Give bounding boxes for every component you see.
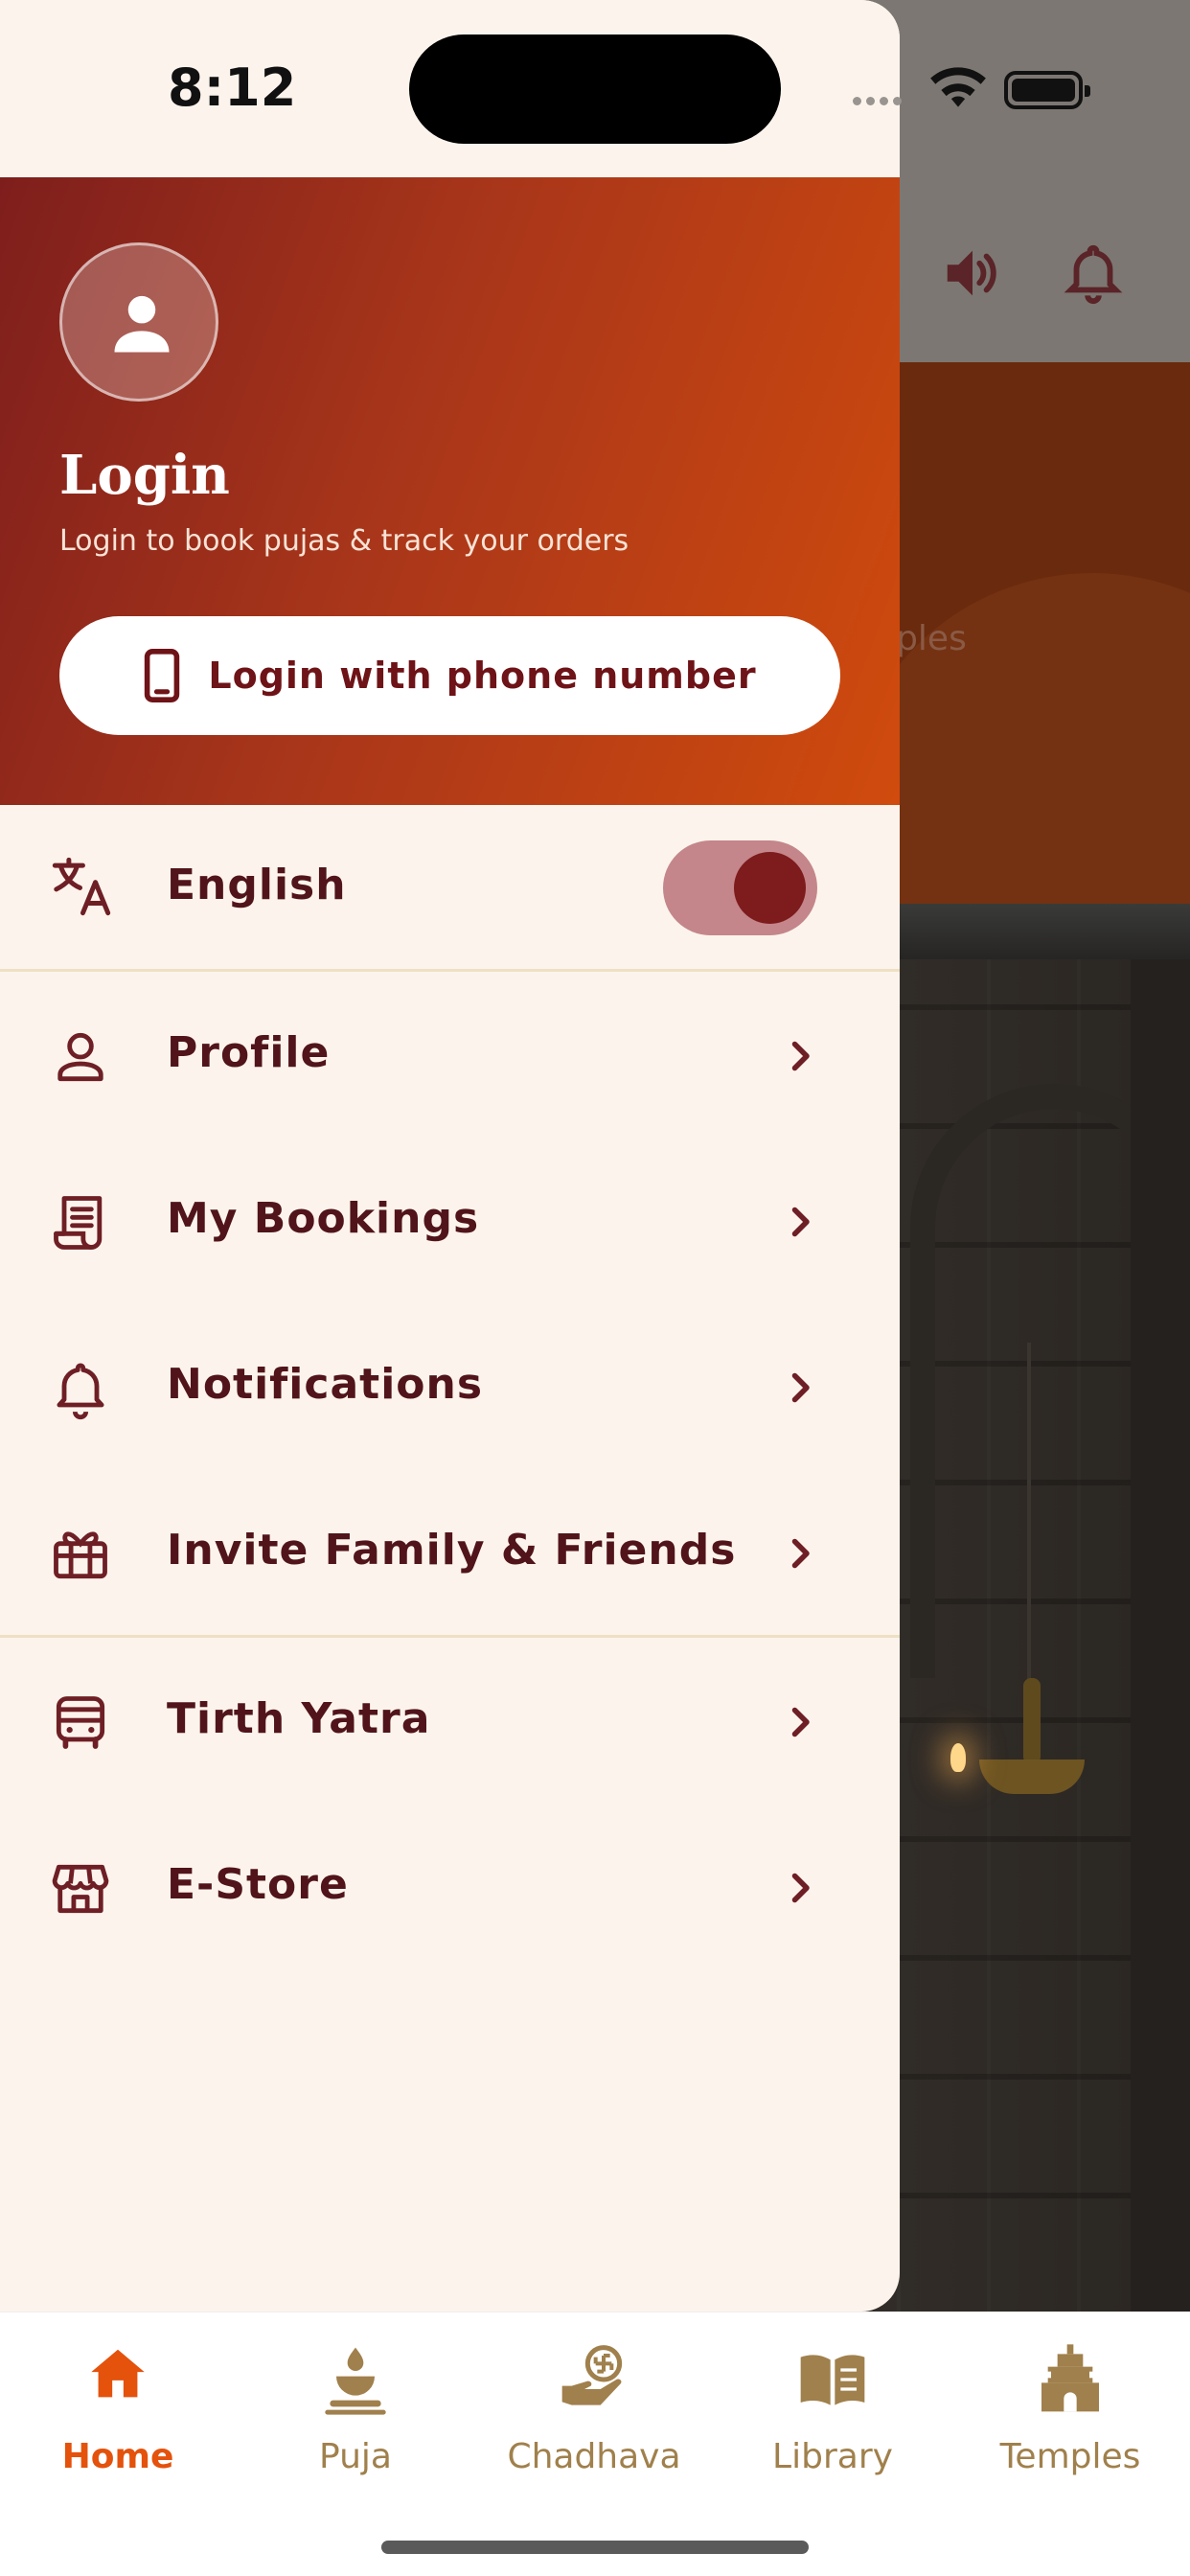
lamp-flame — [950, 1743, 966, 1772]
chevron-right-icon — [791, 1538, 810, 1569]
person-icon — [57, 1032, 103, 1082]
chevron-right-icon — [791, 1707, 810, 1737]
person-icon — [114, 295, 170, 353]
menu-item-label: Tirth Yatra — [167, 1694, 431, 1743]
translate-icon — [46, 853, 117, 924]
tab-label: Library — [772, 2437, 893, 2476]
menu-divider — [0, 1635, 900, 1638]
chevron-right-icon — [791, 1873, 810, 1903]
bell-icon[interactable] — [1060, 240, 1127, 307]
gift-icon — [54, 1531, 107, 1579]
menu-item-my-bookings[interactable]: My Bookings — [0, 1139, 900, 1305]
login-title: Login — [59, 444, 230, 507]
login-phone-button-label: Login with phone number — [208, 655, 757, 697]
store-icon — [52, 1864, 109, 1914]
home-icon — [91, 2349, 145, 2398]
menu-item-e-store[interactable]: E-Store — [0, 1806, 900, 1971]
menu-item-notifications[interactable]: Notifications — [0, 1305, 900, 1471]
menu-item-label: My Bookings — [167, 1194, 480, 1243]
language-label: English — [167, 861, 347, 909]
menu-item-label: Profile — [167, 1028, 331, 1077]
speaker-icon[interactable] — [939, 240, 1006, 307]
side-drawer: Login Login to book pujas & track your o… — [0, 0, 900, 2312]
login-subtitle: Login to book pujas & track your orders — [59, 524, 629, 558]
menu-item-label: Notifications — [167, 1360, 484, 1409]
bottom-nav: Home Puja Chadhava Library Temples — [0, 2312, 1190, 2576]
language-toggle[interactable] — [663, 840, 817, 935]
tab-temples[interactable]: Temples — [955, 2341, 1185, 2485]
menu-item-invite[interactable]: Invite Family & Friends — [0, 1471, 900, 1637]
tab-chadhava[interactable]: Chadhava — [479, 2341, 709, 2485]
tab-library[interactable]: Library — [718, 2341, 948, 2485]
phone-icon — [145, 649, 180, 702]
tab-label: Chadhava — [507, 2437, 681, 2476]
bus-icon — [56, 1696, 105, 1749]
oil-lamp — [979, 1760, 1085, 1794]
chevron-right-icon — [791, 1041, 810, 1071]
tab-puja[interactable]: Puja — [240, 2341, 470, 2485]
menu-item-label: E-Store — [167, 1860, 349, 1909]
avatar[interactable] — [59, 242, 218, 402]
stone-pillar — [1131, 959, 1190, 2312]
bell-icon — [57, 1363, 104, 1420]
language-row[interactable]: English — [0, 805, 900, 972]
login-phone-button[interactable]: Login with phone number — [59, 616, 840, 735]
menu-item-tirth-yatra[interactable]: Tirth Yatra — [0, 1640, 900, 1806]
puja-lamp-icon — [325, 2347, 386, 2415]
tab-label: Home — [61, 2437, 174, 2476]
tab-home[interactable]: Home — [3, 2341, 233, 2485]
tab-label: Temples — [999, 2437, 1141, 2476]
chevron-right-icon — [791, 1207, 810, 1237]
menu-item-label: Invite Family & Friends — [167, 1526, 737, 1575]
temple-icon — [1041, 2344, 1099, 2412]
toggle-knob — [734, 852, 806, 924]
offering-hand-icon — [561, 2345, 623, 2405]
home-indicator[interactable] — [381, 2541, 809, 2554]
book-icon — [800, 2355, 865, 2405]
lamp-stem — [1023, 1678, 1041, 1764]
tab-label: Puja — [319, 2437, 392, 2476]
chevron-right-icon — [791, 1372, 810, 1403]
drawer-header: Login Login to book pujas & track your o… — [0, 177, 900, 805]
menu-item-profile[interactable]: Profile — [0, 974, 900, 1139]
drawer-top-area — [0, 0, 900, 177]
receipt-icon — [54, 1196, 103, 1250]
